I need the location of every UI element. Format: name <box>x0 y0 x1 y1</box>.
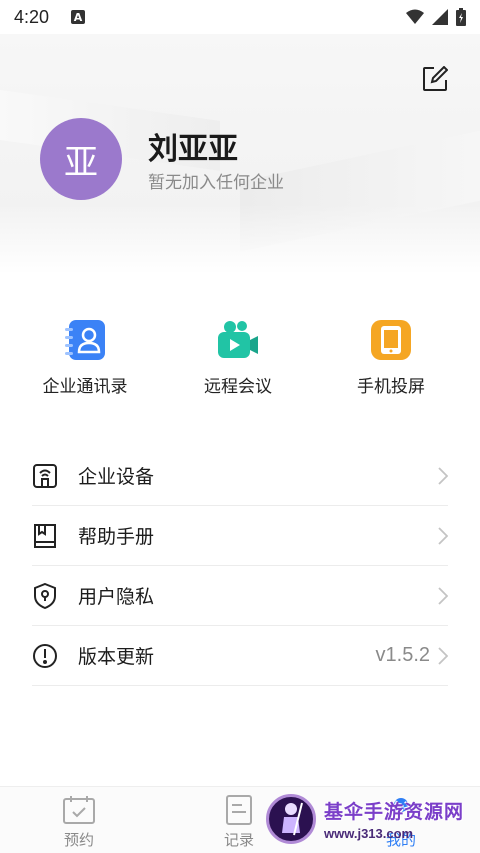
user-enterprise-status: 暂无加入任何企业 <box>148 173 284 193</box>
settings-menu: 企业设备 帮助手册 用户隐私 版本更新 v1.5.2 <box>32 446 448 686</box>
signal-icon <box>432 9 448 25</box>
tab-label: 记录 <box>223 831 254 849</box>
chevron-right-icon <box>438 526 448 545</box>
document-icon <box>226 795 252 825</box>
calendar-icon <box>63 796 95 824</box>
menu-item-user-privacy[interactable]: 用户隐私 <box>32 566 448 626</box>
battery-icon <box>456 8 466 26</box>
menu-item-label: 企业设备 <box>78 466 155 488</box>
quick-actions: 企业通讯录 远程会议 手机投屏 <box>0 318 480 398</box>
status-icons <box>406 8 466 26</box>
chevron-right-icon <box>438 646 448 665</box>
quick-action-label: 企业通讯录 <box>42 377 128 397</box>
status-time: 4:20 <box>14 6 50 27</box>
tab-label: 预约 <box>63 831 94 849</box>
quick-action-label: 手机投屏 <box>357 377 425 397</box>
book-icon <box>32 523 58 549</box>
edit-icon <box>423 66 448 91</box>
menu-item-version-update[interactable]: 版本更新 v1.5.2 <box>32 626 448 686</box>
quick-action-contacts[interactable]: 企业通讯录 <box>30 318 140 398</box>
watermark-title: 基伞手游资源网 <box>324 801 465 823</box>
status-bar: 4:20 A <box>0 0 480 34</box>
chevron-right-icon <box>438 586 448 605</box>
menu-item-label: 用户隐私 <box>78 586 155 608</box>
video-camera-icon <box>218 321 258 358</box>
version-number: v1.5.2 <box>375 644 430 666</box>
device-icon <box>32 463 58 489</box>
menu-item-label: 帮助手册 <box>78 526 155 548</box>
menu-item-label: 版本更新 <box>78 646 155 668</box>
tab-appointments[interactable]: 预约 <box>62 795 96 850</box>
shield-location-icon <box>32 582 58 609</box>
quick-action-label: 远程会议 <box>204 377 272 397</box>
avatar[interactable]: 亚 <box>40 118 122 200</box>
contacts-book-icon <box>65 320 105 360</box>
user-name: 刘亚亚 <box>148 132 238 167</box>
watermark-logo-icon <box>266 794 316 844</box>
edit-profile-button[interactable] <box>420 64 450 94</box>
wifi-icon <box>406 9 424 24</box>
watermark-url: www.j313.com <box>324 826 414 841</box>
tab-records[interactable]: 记录 <box>222 795 256 850</box>
quick-action-screencast[interactable]: 手机投屏 <box>336 318 446 398</box>
menu-item-enterprise-devices[interactable]: 企业设备 <box>32 446 448 506</box>
chevron-right-icon <box>438 466 448 485</box>
notification-icon: A <box>71 10 86 24</box>
info-circle-icon <box>32 643 58 669</box>
quick-action-meeting[interactable]: 远程会议 <box>183 318 293 398</box>
menu-item-help-manual[interactable]: 帮助手册 <box>32 506 448 566</box>
phone-cast-icon <box>371 320 411 360</box>
watermark: 基伞手游资源网 www.j313.com <box>266 790 480 848</box>
